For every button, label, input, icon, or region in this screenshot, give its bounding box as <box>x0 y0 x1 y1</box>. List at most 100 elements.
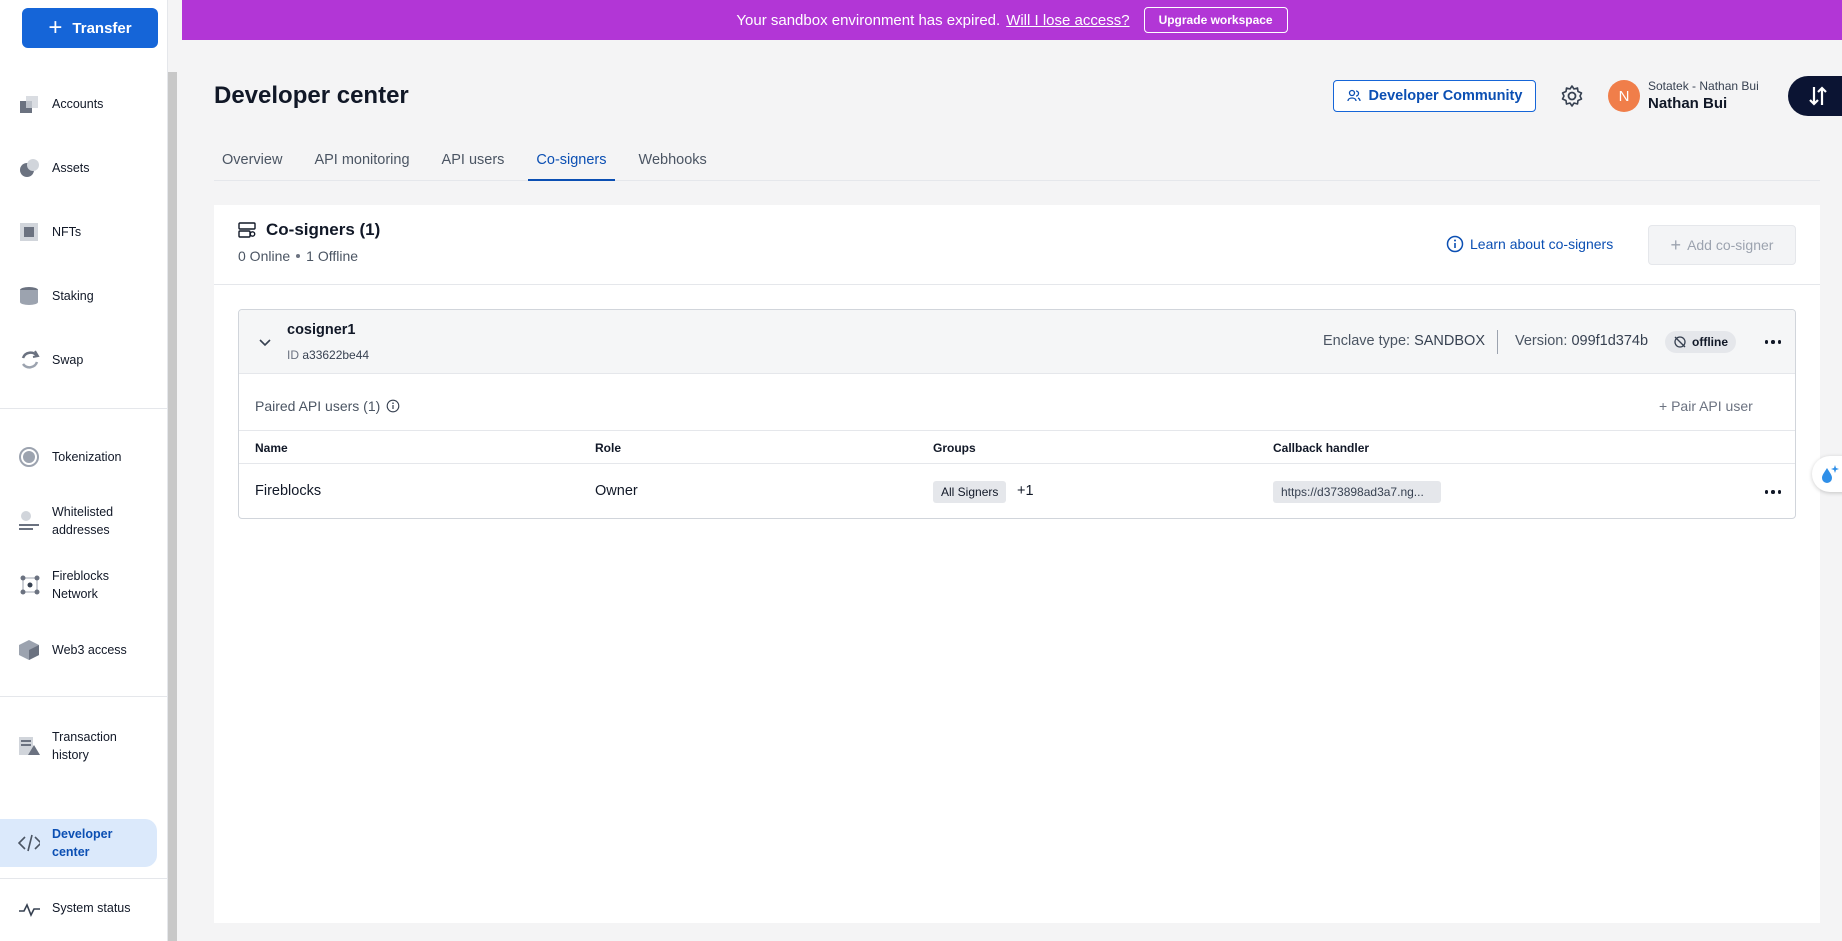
tab-co-signers[interactable]: Co-signers <box>528 148 615 181</box>
column-callback-handler: Callback handler <box>1273 441 1370 455</box>
sidebar-item-label: Fireblocks Network <box>52 569 109 601</box>
user-org: Sotatek - Nathan Bui <box>1648 79 1759 93</box>
callback-url-chip[interactable]: https://d373898ad3a7.ng... <box>1273 481 1441 503</box>
sidebar-item-web3-access[interactable]: Web3 access <box>0 638 168 662</box>
tab-bar: Overview API monitoring API users Co-sig… <box>214 148 1820 181</box>
nav-divider <box>0 408 168 409</box>
row-name: Fireblocks <box>255 483 322 499</box>
upgrade-workspace-button[interactable]: Upgrade workspace <box>1143 7 1288 33</box>
id-value: a33622be44 <box>302 348 370 362</box>
tab-overview[interactable]: Overview <box>214 148 290 181</box>
sidebar-item-whitelisted-addresses[interactable]: Whitelisted addresses <box>0 503 168 539</box>
transfer-button[interactable]: + Transfer <box>22 8 158 48</box>
assistant-float-button[interactable] <box>1812 456 1842 492</box>
sidebar: + Transfer Accounts Assets NFTs Staking … <box>0 0 168 941</box>
page-title: Developer center <box>214 82 409 109</box>
sidebar-item-developer-center[interactable]: Developer center <box>0 819 157 867</box>
sidebar-item-swap[interactable]: Swap <box>0 348 168 372</box>
column-name: Name <box>255 441 288 455</box>
row-more-options-icon[interactable] <box>1761 480 1785 504</box>
transfer-label: Transfer <box>72 19 132 37</box>
chevron-down-icon[interactable] <box>257 334 273 350</box>
sidebar-item-fireblocks-network[interactable]: Fireblocks Network <box>0 567 168 603</box>
code-icon <box>18 832 40 854</box>
network-icon <box>18 574 40 596</box>
add-co-signer-button[interactable]: + Add co-signer <box>1648 225 1796 265</box>
version-value: 099f1d374b <box>1571 333 1649 349</box>
developer-community-button[interactable]: Developer Community <box>1333 80 1536 112</box>
sidebar-item-transaction-history[interactable]: Transaction history <box>0 728 168 764</box>
gear-icon[interactable] <box>1560 84 1584 108</box>
sidebar-item-label: Assets <box>52 161 90 175</box>
sidebar-item-assets[interactable]: Assets <box>0 156 168 180</box>
more-options-icon[interactable] <box>1761 330 1785 354</box>
sidebar-item-label: Web3 access <box>52 643 127 657</box>
pair-api-user-button[interactable]: + Pair API user <box>1659 398 1753 414</box>
sidebar-item-accounts[interactable]: Accounts <box>0 92 168 116</box>
sidebar-item-label: Transaction history <box>52 730 117 762</box>
cosigner-header[interactable]: cosigner1 ID a33622be44 Enclave type: SA… <box>239 310 1795 374</box>
enclave-type: Enclave type: SANDBOX <box>1323 333 1485 349</box>
group-chip: All Signers <box>933 481 1007 503</box>
user-name[interactable]: Nathan Bui <box>1648 95 1727 112</box>
cosigner-name: cosigner1 <box>287 322 356 338</box>
offline-icon <box>1674 336 1686 348</box>
sidebar-scrollbar[interactable] <box>168 72 177 941</box>
web3-icon <box>18 639 40 661</box>
sidebar-item-nfts[interactable]: NFTs <box>0 220 168 244</box>
enclave-label: Enclave type: <box>1323 333 1411 349</box>
sidebar-item-staking[interactable]: Staking <box>0 284 168 308</box>
column-groups: Groups <box>933 441 976 455</box>
users-icon <box>1346 89 1361 102</box>
plus-icon: + <box>1670 234 1682 255</box>
sidebar-item-system-status[interactable]: System status <box>0 896 168 920</box>
paired-api-users-title: Paired API users (1) <box>255 398 400 414</box>
swap-icon <box>18 349 40 371</box>
nfts-icon <box>18 221 40 243</box>
sidebar-item-tokenization[interactable]: Tokenization <box>0 445 168 469</box>
cosigner-id: ID a33622be44 <box>287 348 369 362</box>
sidebar-item-label: System status <box>52 901 131 915</box>
paired-title-label: Paired API users (1) <box>255 398 381 414</box>
card-header: Co-signers (1) 0 Online 1 Offline Learn … <box>214 205 1820 285</box>
co-signers-title: Co-signers (1) <box>266 220 381 239</box>
developer-community-label: Developer Community <box>1368 88 1523 104</box>
table-header: Name Role Groups Callback handler <box>239 430 1795 464</box>
swap-arrows-icon <box>1809 86 1827 106</box>
add-co-signer-label: Add co-signer <box>1687 237 1774 253</box>
pair-api-user-label: Pair API user <box>1671 398 1753 414</box>
lose-access-link[interactable]: Will I lose access? <box>1006 12 1129 29</box>
plus-icon: + <box>48 14 63 41</box>
nav-divider <box>0 878 168 879</box>
card-title: Co-signers (1) <box>238 220 380 240</box>
row-role: Owner <box>595 483 638 499</box>
id-label: ID <box>287 348 299 362</box>
table-row[interactable]: Fireblocks Owner All Signers +1 https://… <box>239 465 1795 518</box>
online-status-summary: 0 Online 1 Offline <box>238 248 358 264</box>
group-more-count[interactable]: +1 <box>1017 483 1034 499</box>
history-icon <box>18 735 40 757</box>
cosigner-panel: cosigner1 ID a33622be44 Enclave type: SA… <box>238 309 1796 519</box>
sidebar-item-label: Whitelisted addresses <box>52 505 114 537</box>
assets-icon <box>18 157 40 179</box>
separator-dot <box>296 254 301 258</box>
column-role: Role <box>595 441 622 455</box>
sidebar-item-label: Tokenization <box>52 450 122 464</box>
sparkle-drop-icon <box>1822 465 1839 483</box>
learn-label: Learn about co-signers <box>1470 236 1614 252</box>
sidebar-item-label: Accounts <box>52 97 104 111</box>
nav-divider <box>0 696 168 697</box>
transfer-arrows-button[interactable] <box>1788 76 1842 116</box>
info-icon[interactable] <box>386 399 400 413</box>
online-count: 0 Online <box>238 248 291 264</box>
divider <box>1497 330 1498 354</box>
status-label: offline <box>1692 335 1728 349</box>
tab-api-users[interactable]: API users <box>434 148 513 181</box>
avatar[interactable]: N <box>1608 80 1640 112</box>
offline-count: 1 Offline <box>306 248 359 264</box>
learn-about-co-signers-link[interactable]: Learn about co-signers <box>1446 235 1613 253</box>
tab-api-monitoring[interactable]: API monitoring <box>306 148 417 181</box>
plus-icon: + <box>1659 398 1672 414</box>
tab-webhooks[interactable]: Webhooks <box>631 148 715 181</box>
enclave-value: SANDBOX <box>1414 333 1486 349</box>
